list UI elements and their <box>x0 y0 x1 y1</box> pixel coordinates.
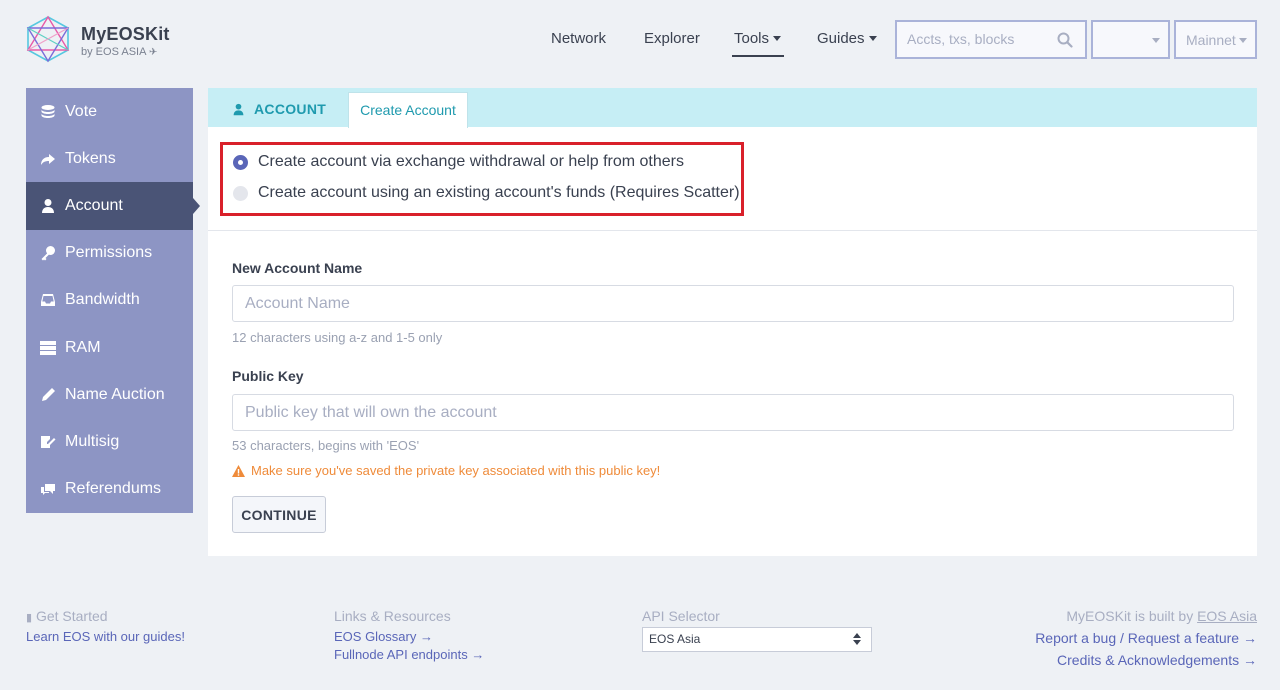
account-name-label: New Account Name <box>232 260 363 276</box>
sidebar-item-label: Tokens <box>65 149 116 167</box>
nav-explorer[interactable]: Explorer <box>644 30 700 47</box>
footer-fullnode-link[interactable]: Fullnode API endpoints → <box>334 647 484 662</box>
divider <box>208 230 1257 231</box>
key-icon <box>40 245 56 261</box>
search-box[interactable] <box>895 20 1087 59</box>
footer-glossary-link[interactable]: EOS Glossary → <box>334 629 484 644</box>
sidebar: Vote Tokens Account Permissions Bandwidt… <box>26 88 200 513</box>
footer-built-by-text: MyEOSKit is built by <box>1066 608 1198 624</box>
footer-credits: MyEOSKit is built by EOS Asia Report a b… <box>1035 608 1257 668</box>
sidebar-item-label: Referendums <box>65 480 162 498</box>
nav-guides[interactable]: Guides <box>817 30 877 47</box>
footer-links: Links & Resources EOS Glossary → Fullnod… <box>334 608 484 662</box>
warning-icon <box>232 464 245 477</box>
telegram-icon: ✈ <box>148 47 158 58</box>
account-name-help: 12 characters using a-z and 1-5 only <box>232 330 443 345</box>
eos-asia-link[interactable]: EOS Asia <box>1197 608 1257 624</box>
main-panel: ACCOUNT Create Account Create account vi… <box>208 88 1257 556</box>
api-selector-value: EOS Asia <box>649 632 701 646</box>
tab-create-account[interactable]: Create Account <box>348 92 468 128</box>
network-select[interactable]: Mainnet <box>1174 20 1257 59</box>
radio-unselected[interactable] <box>233 185 248 201</box>
sidebar-item-label: Vote <box>65 102 98 120</box>
chevron-down-icon <box>773 35 782 41</box>
sidebar-item-bandwidth[interactable]: Bandwidth <box>26 277 193 324</box>
sidebar-item-label: RAM <box>65 338 101 356</box>
creation-method-highlight: Create account via exchange withdrawal o… <box>220 142 744 216</box>
private-key-warning: Make sure you've saved the private key a… <box>232 463 660 478</box>
option-via-exchange-label: Create account via exchange withdrawal o… <box>258 153 684 170</box>
sidebar-item-ram[interactable]: RAM <box>26 324 193 371</box>
select-arrows-icon <box>853 633 861 645</box>
myeoskit-logo-icon[interactable] <box>25 15 71 63</box>
server-icon <box>40 340 56 356</box>
sidebar-item-label: Permissions <box>65 244 153 262</box>
continue-button[interactable]: CONTINUE <box>232 496 326 533</box>
chevron-down-icon <box>1152 38 1160 43</box>
nav-tools-label: Tools <box>734 30 770 47</box>
footer-get-started: ▮ Get Started Learn EOS with our guides! <box>26 608 185 644</box>
footer-api-heading: API Selector <box>642 608 720 624</box>
sidebar-item-multisig[interactable]: Multisig <box>26 418 193 465</box>
search-type-select[interactable] <box>1091 20 1170 59</box>
brand-name: MyEOSKit <box>81 24 170 44</box>
chevron-down-icon <box>1239 38 1247 43</box>
option-via-funds[interactable]: Create account using an existing account… <box>233 184 740 202</box>
tab-bar: ACCOUNT Create Account <box>208 88 1257 128</box>
public-key-input[interactable] <box>232 394 1234 431</box>
sidebar-item-permissions[interactable]: Permissions <box>26 230 193 277</box>
public-key-help: 53 characters, begins with 'EOS' <box>232 438 420 453</box>
report-bug-link[interactable]: Report a bug / Request a feature → <box>1035 630 1257 646</box>
footer-get-started-heading: ▮ Get Started <box>26 608 185 624</box>
brand-sub-text: by EOS ASIA <box>81 46 146 58</box>
tab-account-label: ACCOUNT <box>254 101 327 117</box>
sidebar-item-label: Name Auction <box>65 385 165 403</box>
nav-active-underline <box>732 55 784 57</box>
option-via-funds-label: Create account using an existing account… <box>258 184 740 201</box>
comments-icon <box>40 481 56 497</box>
nav-guides-label: Guides <box>817 30 865 47</box>
sidebar-item-label: Bandwidth <box>65 291 140 309</box>
credits-link[interactable]: Credits & Acknowledgements → <box>1035 652 1257 668</box>
public-key-label: Public Key <box>232 368 304 384</box>
option-via-exchange[interactable]: Create account via exchange withdrawal o… <box>233 153 684 171</box>
chevron-down-icon <box>868 35 877 41</box>
coins-icon <box>40 104 56 120</box>
sidebar-item-label: Multisig <box>65 432 120 450</box>
private-key-warning-text: Make sure you've saved the private key a… <box>251 463 661 478</box>
network-select-value: Mainnet <box>1186 32 1236 48</box>
user-icon <box>233 103 244 115</box>
search-icon[interactable] <box>1057 32 1073 48</box>
signature-icon <box>40 434 56 450</box>
footer-links-heading: Links & Resources <box>334 608 451 624</box>
user-icon <box>40 198 56 214</box>
footer-built-by: MyEOSKit is built by EOS Asia <box>1035 608 1257 624</box>
pencil-icon <box>40 387 56 403</box>
nav-network[interactable]: Network <box>551 30 606 47</box>
footer-guides-link[interactable]: Learn EOS with our guides! <box>26 629 185 644</box>
account-name-input[interactable] <box>232 285 1234 322</box>
sidebar-item-account[interactable]: Account <box>26 182 200 230</box>
book-icon: ▮ <box>26 612 33 624</box>
arrow-share-icon <box>40 151 56 167</box>
brand-sub: by EOS ASIA ✈ <box>81 46 170 58</box>
sidebar-item-name-auction[interactable]: Name Auction <box>26 371 193 418</box>
footer-api: API Selector <box>642 608 720 624</box>
sidebar-item-referendums[interactable]: Referendums <box>26 466 193 513</box>
tab-account[interactable]: ACCOUNT <box>232 101 326 117</box>
sidebar-item-label: Account <box>65 196 123 214</box>
api-selector[interactable]: EOS Asia <box>642 627 872 652</box>
brand[interactable]: MyEOSKit by EOS ASIA ✈ <box>81 24 170 58</box>
sidebar-item-tokens[interactable]: Tokens <box>26 135 193 182</box>
radio-selected[interactable] <box>233 154 248 170</box>
inbox-icon <box>40 292 56 308</box>
footer-get-started-heading-text: Get Started <box>35 608 108 624</box>
sidebar-item-vote[interactable]: Vote <box>26 88 193 135</box>
nav-tools[interactable]: Tools <box>734 30 782 47</box>
search-input[interactable] <box>907 31 1052 47</box>
